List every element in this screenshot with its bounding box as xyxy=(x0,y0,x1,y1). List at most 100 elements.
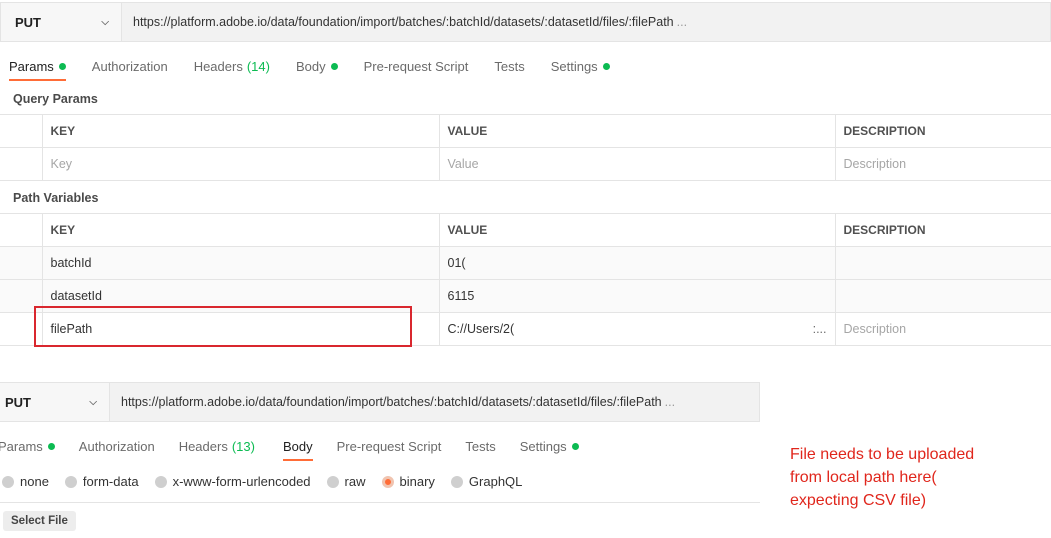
tab-authorization[interactable]: Authorization xyxy=(92,51,168,81)
tab-body[interactable]: Body xyxy=(282,431,313,461)
path-value-datasetid[interactable]: 6115 xyxy=(438,279,836,313)
tab-label: Params xyxy=(9,58,54,74)
status-dot-icon xyxy=(602,62,610,70)
radio-raw[interactable]: raw xyxy=(326,474,366,489)
request-tabs: Params Authorization Headers (14) Body Pr… xyxy=(9,51,1049,81)
tab-headers[interactable]: Headers (14) xyxy=(194,51,270,81)
radio-icon xyxy=(2,475,14,488)
url-ellipsis: ... xyxy=(676,15,688,29)
tab-pre-request-script[interactable]: Pre-request Script xyxy=(337,431,442,461)
tab-headers[interactable]: Headers (13) xyxy=(179,431,255,461)
radio-icon xyxy=(64,475,77,488)
tab-settings[interactable]: Settings xyxy=(520,431,579,461)
table-row: batchId 01( xyxy=(0,246,1051,280)
row-checkbox-cell xyxy=(0,246,43,280)
filepath-value-more: :... xyxy=(812,322,827,336)
tab-label: Authorization xyxy=(91,58,168,74)
radio-graphql[interactable]: GraphQL xyxy=(450,474,523,489)
tab-tests[interactable]: Tests xyxy=(465,431,495,461)
radio-label: x-www-form-urlencoded xyxy=(172,474,311,489)
status-dot-icon xyxy=(571,442,579,450)
annotation-line: File needs to be uploaded xyxy=(790,446,975,463)
value-header: VALUE xyxy=(438,114,836,148)
radio-label: form-data xyxy=(82,474,139,489)
status-dot-icon xyxy=(47,442,55,450)
tab-tests[interactable]: Tests xyxy=(494,51,524,81)
tab-params[interactable]: Params xyxy=(0,431,55,461)
method-select[interactable]: PUT ⌵ xyxy=(1,3,122,41)
tab-authorization[interactable]: Authorization xyxy=(79,431,155,461)
tab-label: Tests xyxy=(494,58,525,74)
key-header: KEY xyxy=(41,114,440,148)
description-input[interactable]: Description xyxy=(834,147,1051,181)
filepath-value-text: C://Users/2( xyxy=(447,322,515,336)
tab-label: Body xyxy=(295,58,326,74)
radio-selected-icon xyxy=(381,475,394,488)
description-header: DESCRIPTION xyxy=(834,114,1051,148)
radio-binary[interactable]: binary xyxy=(381,474,435,489)
tab-label: Body xyxy=(282,438,313,454)
radio-none[interactable]: none xyxy=(2,474,49,489)
tab-params[interactable]: Params xyxy=(9,51,66,81)
radio-icon xyxy=(154,475,167,488)
query-params-title: Query Params xyxy=(13,92,98,106)
value-input[interactable]: Value xyxy=(438,147,836,181)
url-input[interactable]: https://platform.adobe.io/data/foundatio… xyxy=(122,3,687,41)
body-type-radios: none form-data x-www-form-urlencoded raw… xyxy=(2,474,538,489)
tab-label: Pre-request Script xyxy=(336,438,442,454)
tab-pre-request-script[interactable]: Pre-request Script xyxy=(364,51,469,81)
path-value-batchid[interactable]: 01( xyxy=(438,246,836,280)
annotation-line: from local path here( xyxy=(790,469,937,486)
tab-label: Settings xyxy=(550,58,598,74)
key-header: KEY xyxy=(41,213,440,247)
path-value-filepath[interactable]: C://Users/2( :... xyxy=(438,312,836,346)
tab-settings[interactable]: Settings xyxy=(551,51,610,81)
request-bar-2: PUT ⌵ https://platform.adobe.io/data/fou… xyxy=(0,382,760,422)
tab-label: Settings xyxy=(519,438,567,454)
tab-label: Authorization xyxy=(78,438,155,454)
path-variables-title: Path Variables xyxy=(13,191,99,205)
annotation-note: File needs to be uploaded from local pat… xyxy=(790,443,974,512)
tab-label: Headers xyxy=(193,58,243,74)
radio-icon xyxy=(326,475,339,488)
table-row: Key Value Description xyxy=(0,147,1051,181)
request-tabs-2: Params Authorization Headers (13) Body Pr… xyxy=(0,431,758,461)
headers-count: (13) xyxy=(231,438,255,454)
url-text: https://platform.adobe.io/data/foundatio… xyxy=(121,395,662,409)
radio-form-data[interactable]: form-data xyxy=(64,474,139,489)
annotation-line: expecting CSV file) xyxy=(790,492,927,509)
query-params-table: KEY VALUE DESCRIPTION Key Value Descript… xyxy=(0,114,1051,181)
key-input[interactable]: Key xyxy=(41,147,440,181)
select-file-button[interactable]: Select File xyxy=(3,511,76,531)
table-header-row: KEY VALUE DESCRIPTION xyxy=(0,114,1051,148)
tab-label: Pre-request Script xyxy=(363,58,469,74)
row-checkbox-cell[interactable] xyxy=(0,147,43,181)
path-description-datasetid[interactable] xyxy=(834,279,1051,313)
path-description-filepath[interactable]: Description xyxy=(834,312,1051,346)
description-header: DESCRIPTION xyxy=(834,213,1051,247)
radio-label: none xyxy=(20,474,49,489)
url-ellipsis: ... xyxy=(664,395,676,409)
radio-label: raw xyxy=(344,474,366,489)
method-select[interactable]: PUT ⌵ xyxy=(0,383,110,421)
row-checkbox-cell xyxy=(0,213,43,247)
url-text: https://platform.adobe.io/data/foundatio… xyxy=(133,15,674,29)
tab-body[interactable]: Body xyxy=(296,51,338,81)
status-dot-icon xyxy=(58,62,66,70)
radio-label: binary xyxy=(399,474,435,489)
table-header-row: KEY VALUE DESCRIPTION xyxy=(0,213,1051,247)
radio-label: GraphQL xyxy=(468,474,523,489)
tab-label: Headers xyxy=(178,438,228,454)
divider xyxy=(0,502,760,503)
path-description-batchid[interactable] xyxy=(834,246,1051,280)
url-input[interactable]: https://platform.adobe.io/data/foundatio… xyxy=(110,383,675,421)
radio-x-www-form-urlencoded[interactable]: x-www-form-urlencoded xyxy=(154,474,311,489)
tab-label: Params xyxy=(0,438,43,454)
tab-label: Tests xyxy=(465,438,496,454)
chevron-down-icon: ⌵ xyxy=(101,16,109,28)
method-label: PUT xyxy=(5,394,31,410)
request-bar: PUT ⌵ https://platform.adobe.io/data/fou… xyxy=(0,2,1051,42)
value-header: VALUE xyxy=(438,213,836,247)
method-label: PUT xyxy=(15,14,41,30)
radio-icon xyxy=(450,475,463,488)
